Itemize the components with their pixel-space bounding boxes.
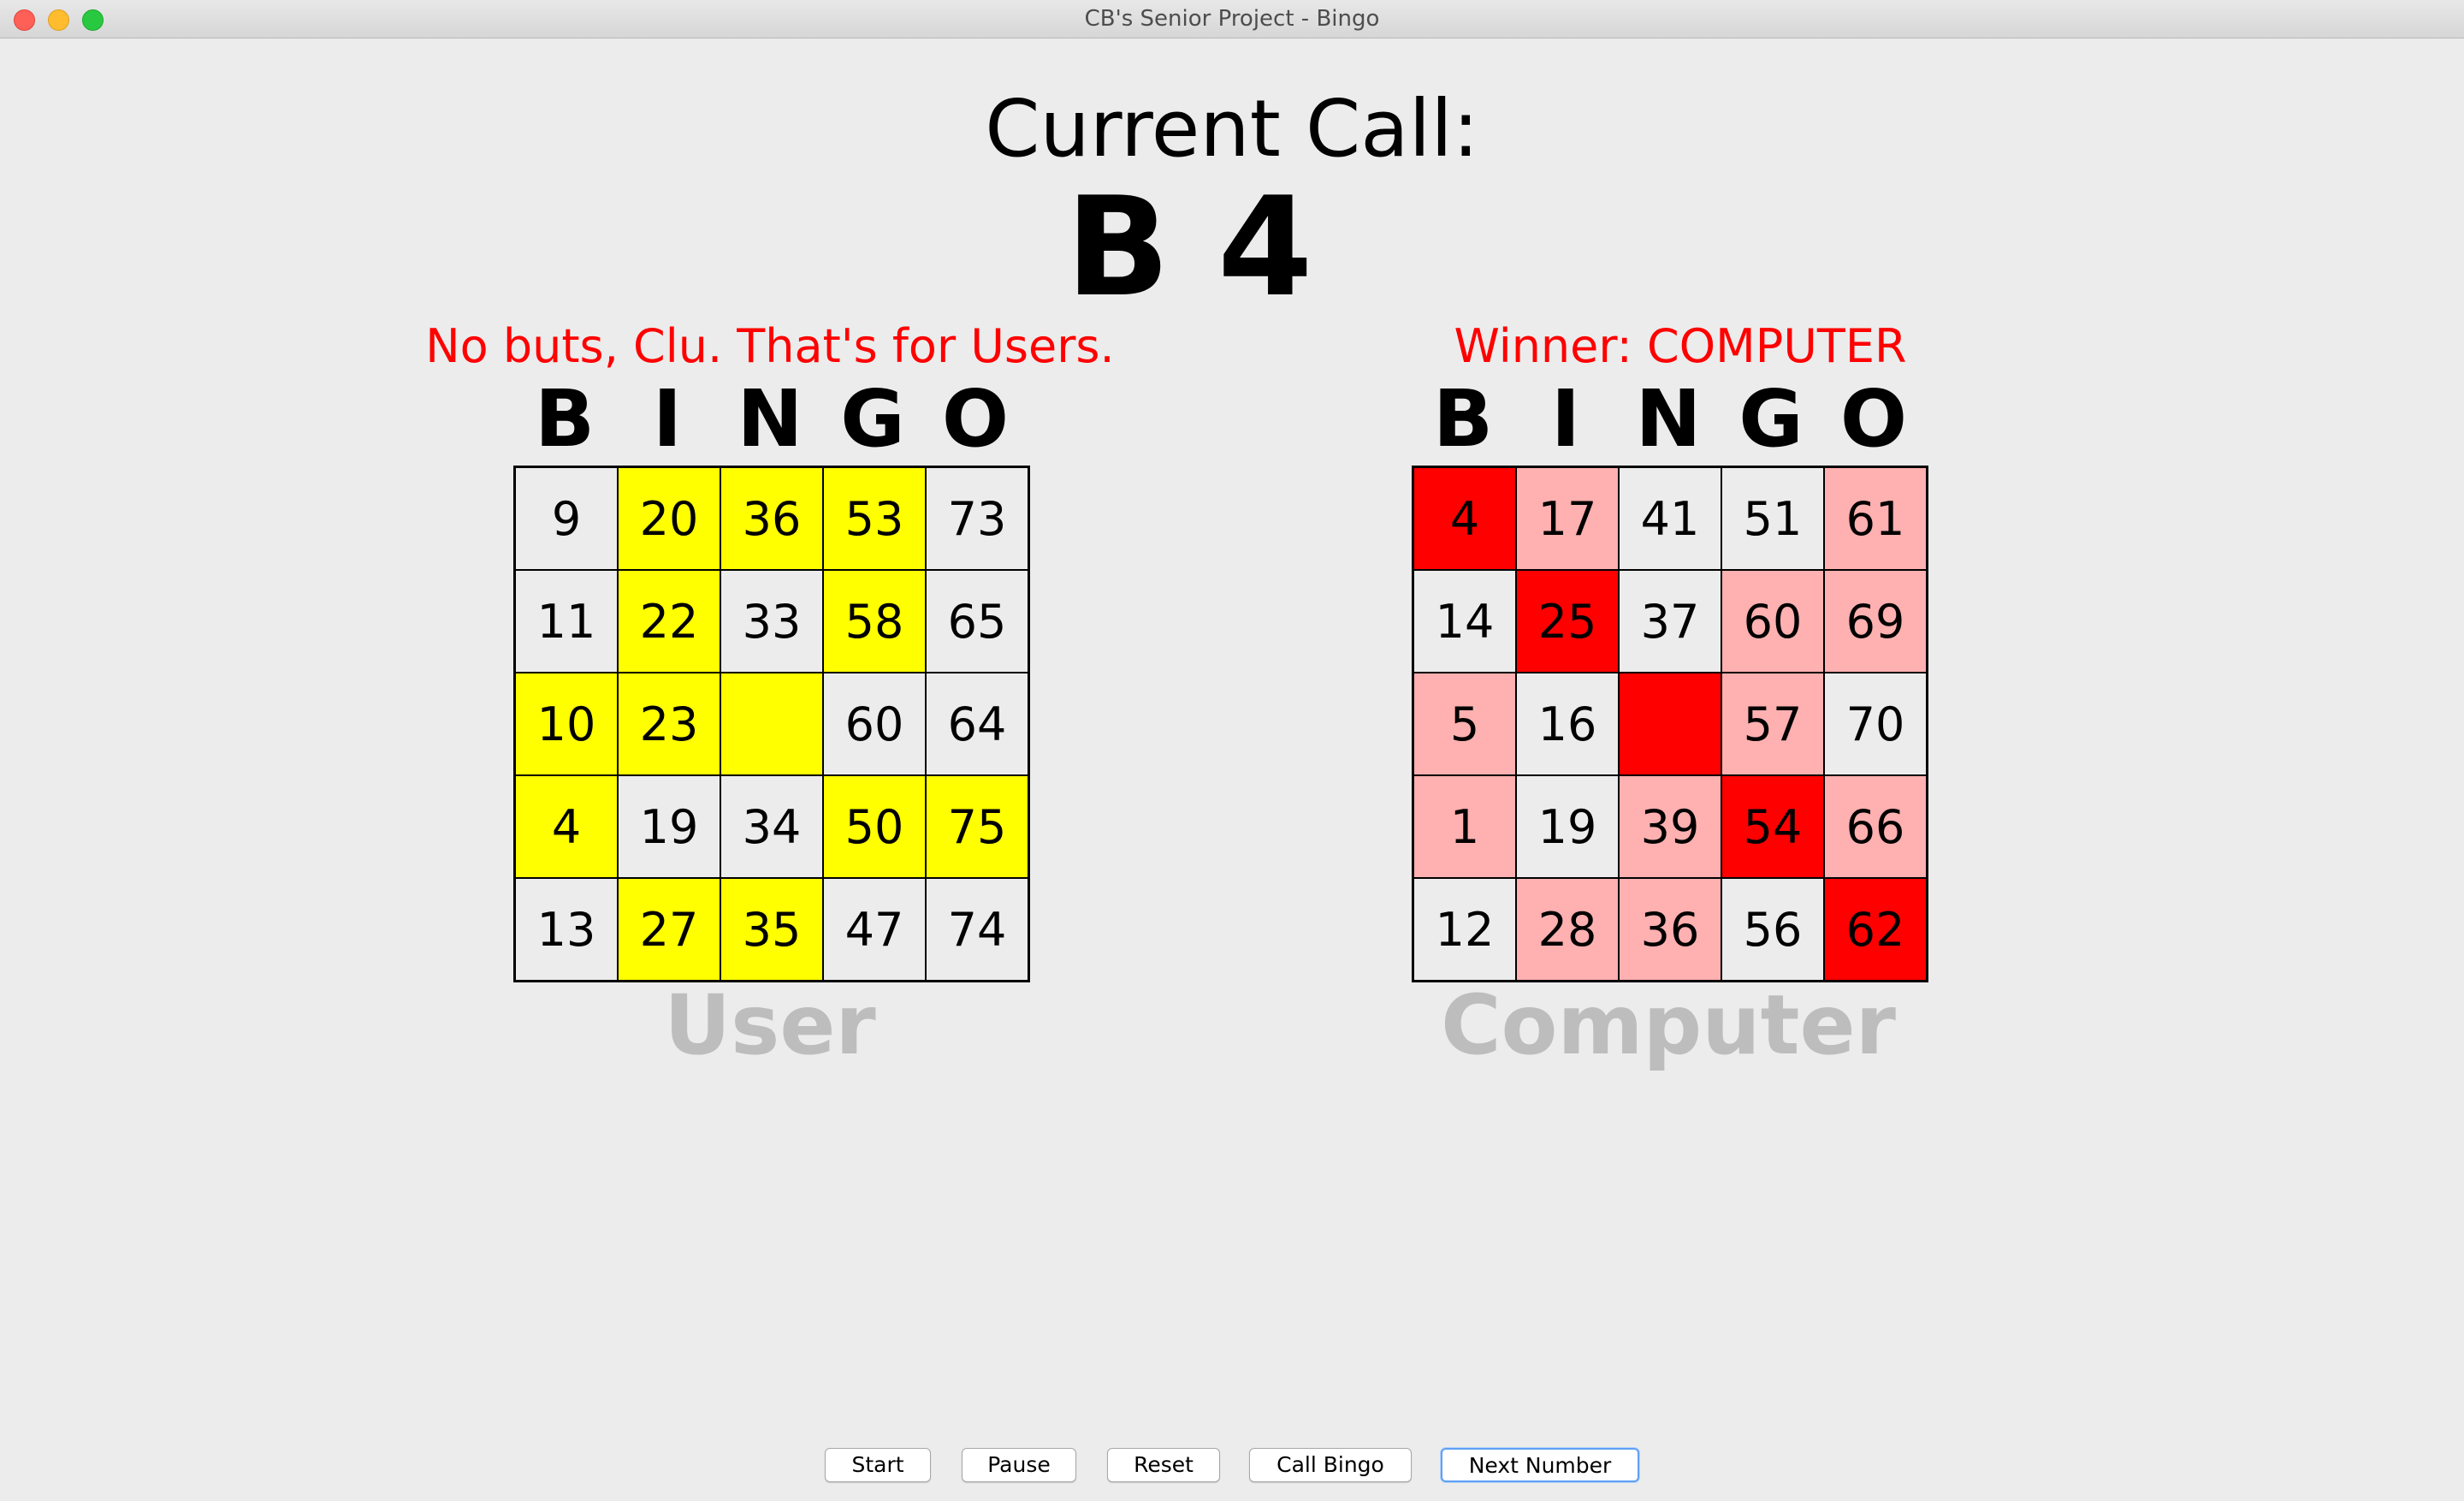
user-cell[interactable]: 27 <box>618 878 720 981</box>
bingo-header: B I N G O <box>513 373 1027 466</box>
user-cell[interactable]: 20 <box>618 467 720 570</box>
computer-cell[interactable]: 19 <box>1516 775 1619 878</box>
window-title: CB's Senior Project - Bingo <box>1084 6 1380 32</box>
user-cell[interactable]: 10 <box>515 673 618 775</box>
header-letter-i: I <box>652 373 683 465</box>
start-button[interactable]: Start <box>825 1448 931 1482</box>
computer-cell[interactable]: 1 <box>1413 775 1516 878</box>
computer-card-label: Computer <box>1441 977 1896 1073</box>
computer-cell[interactable]: 57 <box>1721 673 1824 775</box>
computer-cell[interactable]: 36 <box>1619 878 1721 981</box>
computer-cell[interactable]: 56 <box>1721 878 1824 981</box>
user-cell[interactable]: 4 <box>515 775 618 878</box>
computer-cell[interactable]: 70 <box>1824 673 1927 775</box>
user-cell[interactable]: 75 <box>926 775 1028 878</box>
computer-cell[interactable]: 61 <box>1824 467 1927 570</box>
user-cell[interactable]: 22 <box>618 570 720 673</box>
computer-cell[interactable]: 60 <box>1721 570 1824 673</box>
user-cell[interactable]: 34 <box>720 775 823 878</box>
computer-free-space[interactable] <box>1619 673 1721 775</box>
header-letter-g: G <box>840 373 905 465</box>
button-bar: Start Pause Reset Call Bingo Next Number <box>0 1448 2464 1484</box>
computer-cell[interactable]: 41 <box>1619 467 1721 570</box>
computer-cell[interactable]: 25 <box>1516 570 1619 673</box>
user-cell[interactable]: 64 <box>926 673 1028 775</box>
computer-cell[interactable]: 39 <box>1619 775 1721 878</box>
user-card-label: User <box>664 977 876 1073</box>
computer-status-message: Winner: COMPUTER <box>1454 319 1907 373</box>
user-card-grid: 9 20 36 53 73 11 22 33 58 65 10 23 60 64 4 19 34 50 75 13 27… <box>513 466 1030 982</box>
computer-cell[interactable]: 66 <box>1824 775 1927 878</box>
computer-cell[interactable]: 62 <box>1824 878 1927 981</box>
header-letter-o: O <box>941 373 1010 465</box>
window-titlebar: CB's Senior Project - Bingo <box>0 0 2464 39</box>
computer-cell[interactable]: 14 <box>1413 570 1516 673</box>
user-cell[interactable]: 23 <box>618 673 720 775</box>
call-bingo-button[interactable]: Call Bingo <box>1249 1448 1412 1482</box>
user-cell[interactable]: 35 <box>720 878 823 981</box>
computer-card-grid: 4 17 41 51 61 14 25 37 60 69 5 16 57 70 1 19 39 54 66 12 28 3… <box>1412 466 1928 982</box>
header-letter-g: G <box>1738 373 1804 465</box>
user-cell[interactable]: 74 <box>926 878 1028 981</box>
computer-bingo-card: B I N G O 4 17 41 51 61 14 25 37 60 69 5 16 57 70 1 19 3… <box>1412 373 1928 1068</box>
current-call-value: B 4 <box>1065 167 1313 327</box>
computer-cell[interactable]: 17 <box>1516 467 1619 570</box>
user-cell[interactable]: 9 <box>515 467 618 570</box>
computer-cell[interactable]: 28 <box>1516 878 1619 981</box>
computer-cell[interactable]: 37 <box>1619 570 1721 673</box>
user-cell[interactable]: 53 <box>823 467 926 570</box>
computer-cell[interactable]: 5 <box>1413 673 1516 775</box>
header-letter-b: B <box>1432 373 1494 465</box>
user-cell[interactable]: 58 <box>823 570 926 673</box>
user-cell[interactable]: 73 <box>926 467 1028 570</box>
header-letter-n: N <box>737 373 803 465</box>
computer-cell[interactable]: 4 <box>1413 467 1516 570</box>
user-cell[interactable]: 65 <box>926 570 1028 673</box>
computer-cell[interactable]: 12 <box>1413 878 1516 981</box>
computer-cell[interactable]: 16 <box>1516 673 1619 775</box>
user-cell[interactable]: 60 <box>823 673 926 775</box>
next-number-button[interactable]: Next Number <box>1441 1448 1639 1482</box>
user-cell[interactable]: 47 <box>823 878 926 981</box>
user-status-message: No buts, Clu. That's for Users. <box>425 319 1115 373</box>
user-cell[interactable]: 33 <box>720 570 823 673</box>
user-cell[interactable]: 50 <box>823 775 926 878</box>
computer-cell[interactable]: 54 <box>1721 775 1824 878</box>
pause-button[interactable]: Pause <box>962 1448 1076 1482</box>
reset-button[interactable]: Reset <box>1107 1448 1220 1482</box>
bingo-header: B I N G O <box>1412 373 1925 466</box>
user-cell[interactable]: 36 <box>720 467 823 570</box>
current-call-label: Current Call: <box>985 83 1479 175</box>
user-cell[interactable]: 19 <box>618 775 720 878</box>
header-letter-i: I <box>1550 373 1581 465</box>
header-letter-o: O <box>1839 373 1908 465</box>
header-letter-n: N <box>1635 373 1702 465</box>
user-cell[interactable]: 13 <box>515 878 618 981</box>
user-bingo-card: B I N G O 9 20 36 53 73 11 22 33 58 65 10 23 60 64 4 19… <box>513 373 1030 1068</box>
user-free-space[interactable] <box>720 673 823 775</box>
computer-cell[interactable]: 51 <box>1721 467 1824 570</box>
header-letter-b: B <box>534 373 595 465</box>
user-cell[interactable]: 11 <box>515 570 618 673</box>
computer-cell[interactable]: 69 <box>1824 570 1927 673</box>
